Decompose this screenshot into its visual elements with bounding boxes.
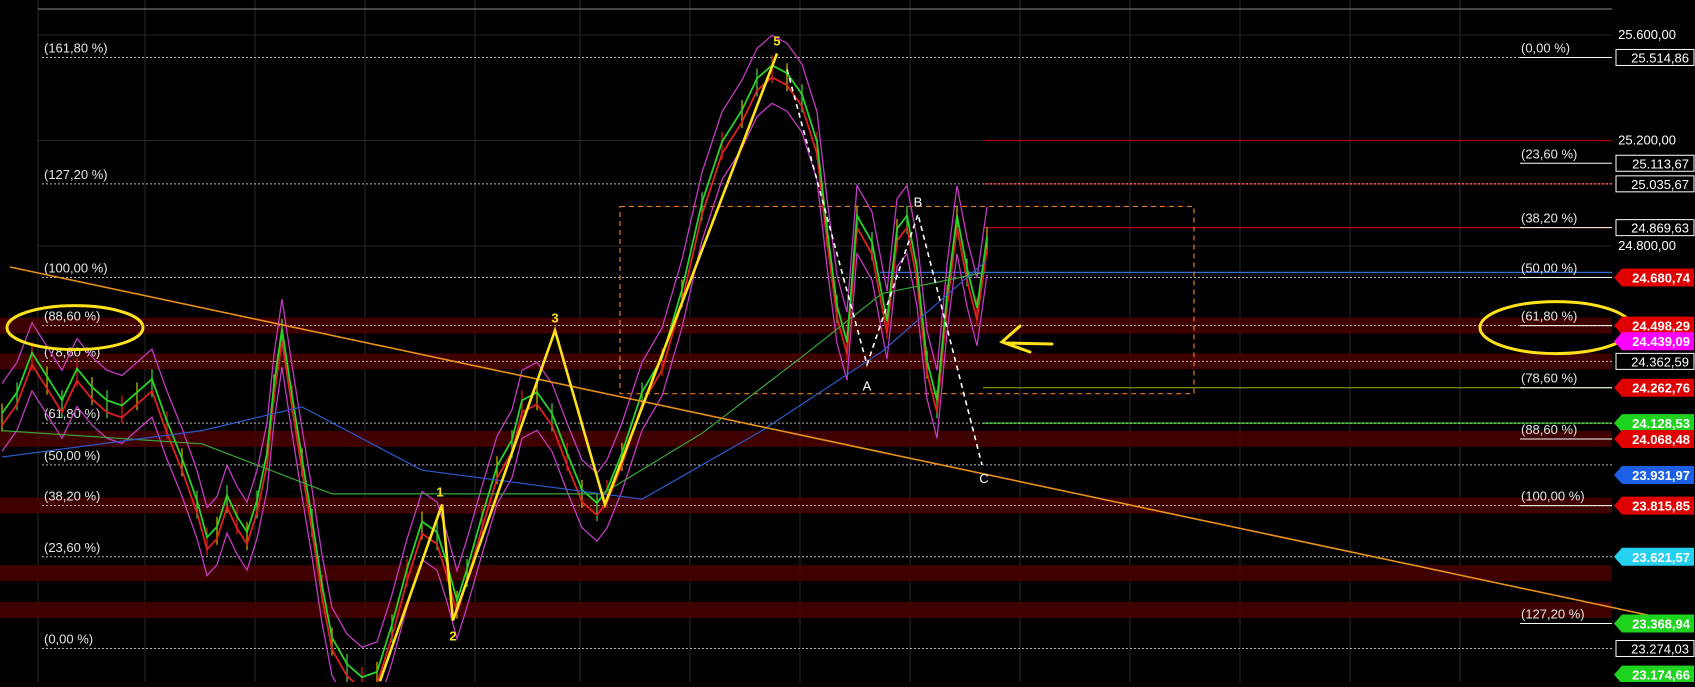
fib-right-label: (100,00 %) <box>1521 489 1585 504</box>
fib-left-label: (0,00 %) <box>44 631 93 646</box>
fib-right-label: (88,60 %) <box>1521 422 1577 437</box>
fib-left-label: (127,20 %) <box>44 167 108 182</box>
price-chart[interactable]: (161,80 %) (127,20 %) (100,00 %) (88,60 %) (… <box>0 0 1695 687</box>
fib-right-label: (61,80 %) <box>1521 309 1577 324</box>
wave-point-label: 3 <box>551 310 558 325</box>
zone-band <box>0 565 1612 582</box>
price-tag-label: 24.869,63 <box>1631 221 1689 236</box>
wave-point-label: 1 <box>436 484 443 499</box>
fib-left-label: (100,00 %) <box>44 260 108 275</box>
price-tag-label: 23.621,57 <box>1632 550 1690 565</box>
correction-point-label: A <box>863 379 872 394</box>
zone-band <box>0 601 1612 618</box>
price-tag-label: 24.498,29 <box>1632 319 1690 334</box>
fib-right-label: (23,60 %) <box>1521 146 1577 161</box>
price-tag-label: 24.128,53 <box>1632 416 1690 431</box>
fib-right-label: (0,00 %) <box>1521 40 1570 55</box>
price-tag-label: 23.368,94 <box>1632 616 1691 631</box>
correction-point-label: C <box>979 471 988 486</box>
zone-band <box>0 430 1612 447</box>
price-tag-label: 24.362,59 <box>1631 354 1689 369</box>
axis-tick-label: 25.200,00 <box>1618 133 1676 148</box>
wave-point-label: 5 <box>773 33 780 48</box>
wave-point-label: 2 <box>449 629 456 644</box>
fib-right-label: (50,00 %) <box>1521 260 1577 275</box>
fib-left-label: (61,80 %) <box>44 406 100 421</box>
axis-tick-label: 25.600,00 <box>1618 27 1676 42</box>
fib-left-label: (161,80 %) <box>44 40 108 55</box>
chart-stage: (161,80 %) (127,20 %) (100,00 %) (88,60 %) (… <box>0 0 1695 687</box>
price-tag-label: 23.274,03 <box>1631 641 1689 656</box>
price-tag-label: 25.113,67 <box>1632 156 1689 171</box>
price-tag-label: 23.931,97 <box>1632 468 1690 483</box>
price-tag-label: 24.439,09 <box>1632 334 1690 349</box>
fib-right-label: (38,20 %) <box>1521 211 1577 226</box>
correction-point-label: B <box>914 194 923 209</box>
fib-left-label: (88,60 %) <box>44 309 100 324</box>
price-tag-label: 25.514,86 <box>1631 50 1689 65</box>
fib-left-label: (38,20 %) <box>44 489 100 504</box>
price-tag-label: 24.068,48 <box>1632 432 1690 447</box>
price-tag-label: 23.815,85 <box>1632 499 1690 514</box>
fib-left-label: (23,60 %) <box>44 540 100 555</box>
fib-right-label: (127,20 %) <box>1521 606 1585 621</box>
axis-tick-label: 24.800,00 <box>1618 238 1676 253</box>
price-tag-label: 23.174,66 <box>1632 668 1690 682</box>
fib-right-label: (78,60 %) <box>1521 371 1577 386</box>
price-tag-label: 24.262,76 <box>1632 381 1690 396</box>
price-tag-label: 25.035,67 <box>1631 177 1689 192</box>
price-tag-label: 24.680,74 <box>1632 270 1691 285</box>
